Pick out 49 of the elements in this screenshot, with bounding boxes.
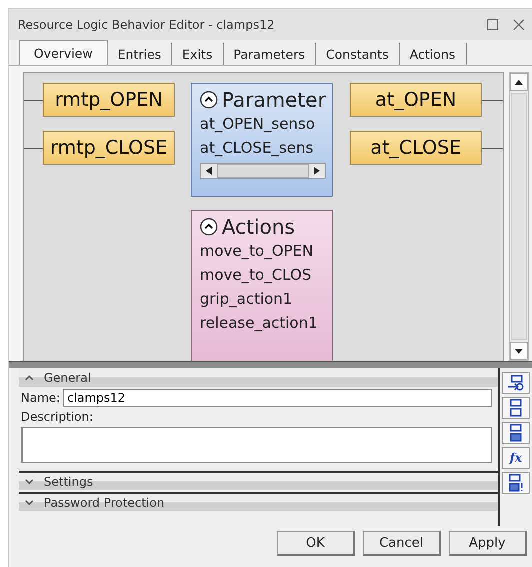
- dialog-button[interactable]: OK: [277, 531, 355, 556]
- chevron-down-icon: [25, 500, 34, 506]
- entry-node[interactable]: rmtp_OPEN: [43, 83, 175, 117]
- toolbar-button[interactable]: [502, 397, 530, 419]
- name-label: Name:: [21, 391, 60, 405]
- parameter-item[interactable]: at_CLOSE_sens: [200, 136, 326, 160]
- connector-line: [24, 148, 43, 149]
- box-alert-icon: [507, 474, 525, 492]
- description-field[interactable]: [21, 427, 492, 463]
- action-item[interactable]: move_to_OPEN: [200, 239, 326, 263]
- parameter-item[interactable]: at_OPEN_senso: [200, 112, 326, 136]
- dialog-button[interactable]: Apply: [449, 531, 527, 556]
- stacked-boxes-icon: [508, 424, 524, 442]
- left-arrow-icon[interactable]: [206, 167, 212, 175]
- dialog-button[interactable]: Cancel: [363, 531, 441, 556]
- window-title: Resource Logic Behavior Editor - clamps12: [18, 18, 276, 32]
- function-button[interactable]: fx: [502, 447, 530, 469]
- toolbar-button[interactable]: [502, 372, 530, 394]
- exit-node[interactable]: at_CLOSE: [350, 131, 482, 165]
- toolbar-button[interactable]: [502, 422, 530, 444]
- description-label: Description:: [21, 410, 94, 424]
- right-arrow-icon[interactable]: [314, 167, 320, 175]
- box-title: Actions: [222, 215, 296, 239]
- collapse-icon[interactable]: [200, 218, 218, 236]
- up-arrow-icon[interactable]: [515, 80, 523, 84]
- stacked-boxes-icon: [508, 399, 524, 417]
- connector-line: [482, 148, 503, 149]
- action-item[interactable]: move_to_CLOS: [200, 263, 326, 287]
- toolbar-button[interactable]: [502, 472, 530, 494]
- collapse-icon[interactable]: [200, 91, 218, 109]
- box-title: Parameter: [222, 88, 326, 112]
- vertical-scrollbar[interactable]: [509, 72, 529, 361]
- action-item[interactable]: release_action1: [200, 311, 326, 335]
- exit-node[interactable]: at_OPEN: [350, 83, 482, 117]
- tab[interactable]: Overview: [19, 40, 108, 65]
- entry-node[interactable]: rmtp_CLOSE: [43, 131, 175, 165]
- section-header[interactable]: Settings: [19, 471, 498, 490]
- action-item[interactable]: grip_action1: [200, 287, 326, 311]
- name-field[interactable]: clamps12: [63, 389, 492, 407]
- horizontal-scrollbar[interactable]: [200, 163, 326, 179]
- connector-line: [482, 100, 503, 101]
- box-arrow-icon: [507, 374, 525, 392]
- maximize-icon: [487, 18, 499, 30]
- chevron-down-icon: [25, 478, 34, 484]
- section-header[interactable]: Password Protection: [19, 492, 498, 511]
- chevron-up-icon: [25, 374, 34, 380]
- close-icon: [513, 18, 525, 30]
- down-arrow-icon[interactable]: [515, 348, 523, 354]
- connector-line: [24, 100, 43, 101]
